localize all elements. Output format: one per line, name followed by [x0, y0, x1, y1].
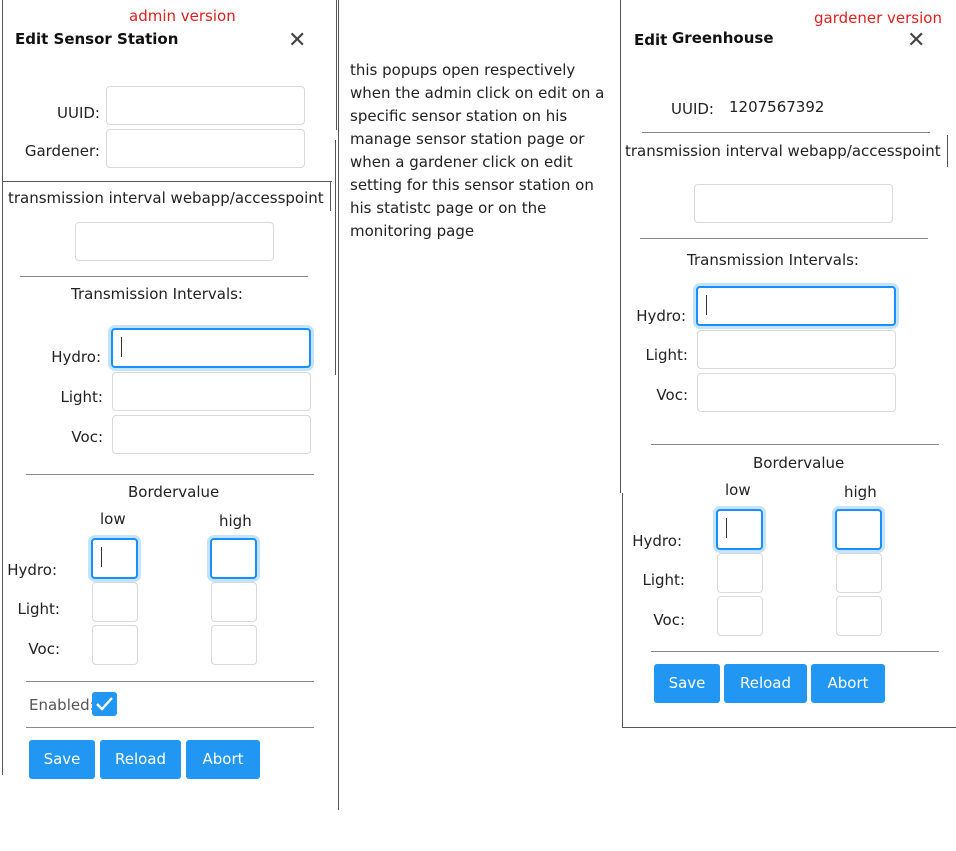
note-line: specific sensor station on his — [350, 107, 568, 125]
admin-save-button[interactable]: Save — [29, 740, 95, 779]
gardener-hydro-label: Hydro: — [636, 307, 686, 325]
gardener-border-light-label: Light: — [642, 571, 686, 589]
gardener-uuid-label: UUID: — [671, 100, 714, 118]
admin-abort-button[interactable]: Abort — [186, 740, 260, 779]
check-icon — [96, 697, 113, 711]
gardener-dialog-title-name: Greenhouse — [672, 29, 774, 47]
text-caret — [726, 518, 727, 538]
admin-transmission-text: transmission interval webapp/accesspoint — [8, 189, 324, 207]
gardener-low-label: low — [725, 481, 751, 499]
gardener-light-label: Light: — [645, 346, 689, 364]
middle-separator-top — [338, 0, 339, 130]
admin-hydro-high-input[interactable] — [210, 538, 257, 579]
gardener-divider-1 — [642, 132, 930, 133]
admin-border-hydro-label: Hydro: — [7, 561, 57, 579]
uuid-label: UUID: — [57, 104, 100, 122]
admin-dialog-title: Edit Sensor Station — [15, 30, 179, 48]
admin-divider-1-edge — [330, 181, 331, 211]
admin-reload-button[interactable]: Reload — [100, 740, 181, 779]
admin-enabled-label: Enabled: — [29, 696, 95, 714]
gardener-panel-bottom-border — [622, 727, 956, 728]
note-line: when the admin click on edit on a — [350, 84, 605, 102]
middle-separator-right — [335, 140, 336, 375]
gardener-label: Gardener: — [24, 142, 100, 160]
admin-voc-high-input[interactable] — [211, 625, 257, 665]
admin-border-heading: Bordervalue — [128, 483, 220, 501]
text-caret — [706, 295, 707, 315]
note-line: manage sensor station page or — [350, 130, 585, 148]
gardener-voc-label: Voc: — [656, 386, 688, 404]
close-icon[interactable]: ✕ — [288, 30, 306, 52]
gardener-transmission-input[interactable] — [694, 184, 893, 223]
middle-separator — [338, 130, 339, 810]
gardener-panel-right-edge — [947, 135, 948, 167]
admin-divider-3 — [26, 474, 314, 475]
gardener-border-voc-label: Voc: — [653, 611, 685, 629]
admin-transmission-heading: Transmission Intervals: — [71, 285, 243, 303]
note-line: this popups open respectively — [350, 61, 576, 79]
admin-voc-low-input[interactable] — [92, 625, 138, 665]
note-line: his statistc page or on the — [350, 199, 547, 217]
close-icon[interactable]: ✕ — [907, 30, 925, 52]
gardener-light-low-input[interactable] — [717, 553, 763, 593]
text-caret — [121, 337, 122, 357]
admin-divider-5 — [26, 727, 314, 728]
gardener-voc-high-input[interactable] — [836, 596, 882, 636]
gardener-dialog-title-edit: Edit — [634, 31, 668, 49]
admin-hydro-label: Hydro: — [51, 348, 101, 366]
gardener-save-button[interactable]: Save — [654, 664, 720, 703]
gardener-transmission-heading: Transmission Intervals: — [687, 251, 859, 269]
admin-border-voc-label: Voc: — [28, 640, 60, 658]
admin-border-light-label: Light: — [17, 600, 61, 618]
admin-version-tag: admin version — [129, 7, 236, 25]
admin-transmission-input[interactable] — [75, 222, 274, 261]
gardener-uuid-value: 1207567392 — [729, 98, 825, 116]
admin-light-interval-input[interactable] — [112, 372, 311, 411]
admin-voc-label: Voc: — [71, 428, 103, 446]
text-caret — [101, 547, 102, 567]
gardener-reload-button[interactable]: Reload — [724, 664, 807, 703]
gardener-panel-left-border-lower — [622, 493, 623, 727]
gardener-abort-button[interactable]: Abort — [811, 664, 885, 703]
gardener-hydro-interval-input[interactable] — [696, 286, 896, 326]
admin-panel-right-border — [336, 0, 337, 130]
admin-enabled-checkbox[interactable] — [92, 692, 117, 716]
note-line: when a gardener click on edit — [350, 153, 573, 171]
admin-panel-left-border — [2, 0, 3, 775]
gardener-hydro-high-input[interactable] — [835, 509, 882, 550]
gardener-border-hydro-label: Hydro: — [632, 532, 682, 550]
gardener-voc-low-input[interactable] — [717, 596, 763, 636]
gardener-border-heading: Bordervalue — [753, 454, 845, 472]
gardener-voc-interval-input[interactable] — [697, 373, 896, 412]
gardener-input[interactable] — [106, 129, 305, 168]
gardener-transmission-text: transmission interval webapp/accesspoint — [625, 142, 941, 160]
admin-voc-interval-input[interactable] — [112, 415, 311, 454]
gardener-version-tag: gardener version — [814, 9, 942, 27]
admin-divider-1 — [2, 181, 332, 182]
admin-high-label: high — [219, 512, 252, 530]
note-line: monitoring page — [350, 222, 475, 240]
gardener-high-label: high — [844, 483, 877, 501]
uuid-input[interactable] — [106, 86, 305, 125]
admin-low-label: low — [100, 510, 126, 528]
gardener-light-interval-input[interactable] — [697, 330, 896, 369]
note-line: setting for this sensor station on — [350, 176, 594, 194]
admin-light-label: Light: — [60, 388, 104, 406]
admin-hydro-interval-input[interactable] — [111, 328, 311, 368]
admin-light-high-input[interactable] — [211, 582, 257, 622]
gardener-hydro-low-input[interactable] — [716, 509, 763, 550]
explanation-note: this popups open respectively when the a… — [350, 59, 615, 243]
admin-divider-2 — [20, 276, 308, 277]
admin-light-low-input[interactable] — [92, 582, 138, 622]
gardener-divider-3 — [651, 444, 939, 445]
gardener-light-high-input[interactable] — [836, 553, 882, 593]
admin-divider-4 — [26, 681, 314, 682]
gardener-divider-2 — [640, 238, 928, 239]
gardener-divider-4 — [651, 651, 939, 652]
gardener-panel-left-border — [620, 0, 621, 493]
admin-hydro-low-input[interactable] — [91, 538, 138, 579]
